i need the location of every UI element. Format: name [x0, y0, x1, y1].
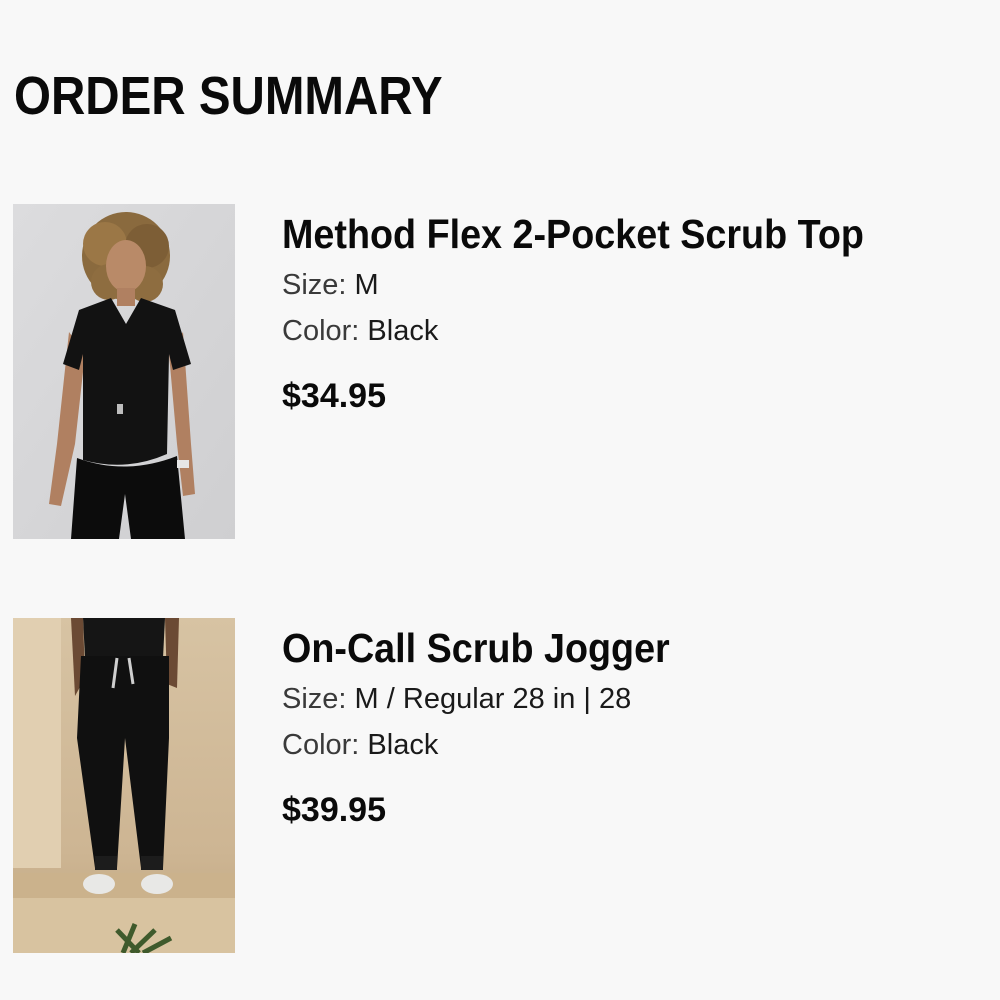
- color-value: Black: [367, 315, 439, 347]
- product-price: $34.95: [282, 377, 386, 415]
- item-details: Method Flex 2-Pocket Scrub Top Size: M C…: [282, 204, 982, 415]
- scrub-top-photo-icon: [13, 204, 235, 539]
- size-label: Size:: [282, 683, 347, 715]
- color-label: Color:: [282, 729, 360, 761]
- order-item: Method Flex 2-Pocket Scrub Top Size: M C…: [0, 204, 1000, 540]
- size-label: Size:: [282, 269, 347, 301]
- item-details: On-Call Scrub Jogger Size: M / Regular 2…: [282, 618, 982, 829]
- size-value: M / Regular 28 in | 28: [354, 683, 632, 715]
- product-price: $39.95: [282, 791, 386, 829]
- product-name[interactable]: On-Call Scrub Jogger: [282, 624, 926, 672]
- color-value: Black: [367, 729, 439, 761]
- order-item: On-Call Scrub Jogger Size: M / Regular 2…: [0, 618, 1000, 954]
- product-color: Color: Black: [282, 722, 438, 768]
- page-title: ORDER SUMMARY: [14, 66, 443, 126]
- product-name[interactable]: Method Flex 2-Pocket Scrub Top: [282, 210, 926, 258]
- size-value: M: [354, 269, 379, 301]
- color-label: Color:: [282, 315, 360, 347]
- product-size: Size: M: [282, 262, 379, 308]
- product-color: Color: Black: [282, 308, 438, 354]
- scrub-jogger-photo-icon: [13, 618, 235, 953]
- product-image[interactable]: [13, 204, 235, 539]
- product-size: Size: M / Regular 28 in | 28: [282, 676, 631, 722]
- product-image[interactable]: [13, 618, 235, 953]
